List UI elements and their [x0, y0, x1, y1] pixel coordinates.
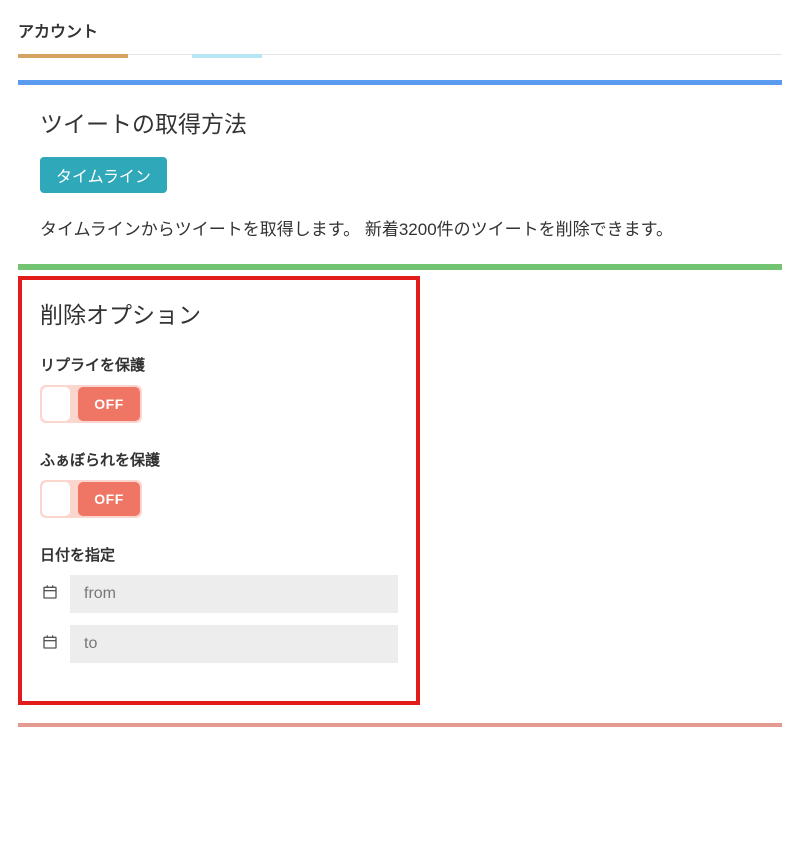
- tab-underline-row: [18, 54, 782, 58]
- toggle-knob: [42, 482, 70, 516]
- account-label: アカウント: [18, 18, 782, 55]
- date-to-input[interactable]: [70, 625, 398, 663]
- delete-options-panel: 削除オプション リプライを保護 OFF ふぁぼられを保護 OFF 日付を指定: [18, 276, 420, 705]
- date-from-row: [40, 575, 398, 613]
- timeline-chip[interactable]: タイムライン: [40, 157, 167, 193]
- protect-replies-toggle[interactable]: OFF: [40, 385, 142, 423]
- toggle-state-badge: OFF: [78, 387, 140, 421]
- bottom-red-divider: [18, 723, 782, 727]
- date-from-input[interactable]: [70, 575, 398, 613]
- tweet-fetch-title: ツイートの取得方法: [40, 105, 766, 139]
- protect-replies-label: リプライを保護: [40, 354, 398, 375]
- toggle-knob: [42, 387, 70, 421]
- protect-favorited-label: ふぁぼられを保護: [40, 449, 398, 470]
- green-divider: [18, 264, 782, 270]
- delete-options-title: 削除オプション: [40, 296, 398, 330]
- toggle-state-badge: OFF: [78, 482, 140, 516]
- calendar-icon: [40, 634, 60, 655]
- tweet-fetch-card: ツイートの取得方法 タイムライン タイムラインからツイートを取得します。 新着3…: [18, 80, 782, 262]
- date-to-row: [40, 625, 398, 663]
- tweet-fetch-description: タイムラインからツイートを取得します。 新着3200件のツイートを削除できます。: [40, 215, 766, 240]
- calendar-icon: [40, 584, 60, 605]
- protect-favorited-toggle[interactable]: OFF: [40, 480, 142, 518]
- tab-underline-secondary: [192, 54, 262, 58]
- account-section: アカウント: [18, 18, 782, 62]
- date-specify-label: 日付を指定: [40, 544, 398, 565]
- tab-underline-active: [18, 54, 128, 58]
